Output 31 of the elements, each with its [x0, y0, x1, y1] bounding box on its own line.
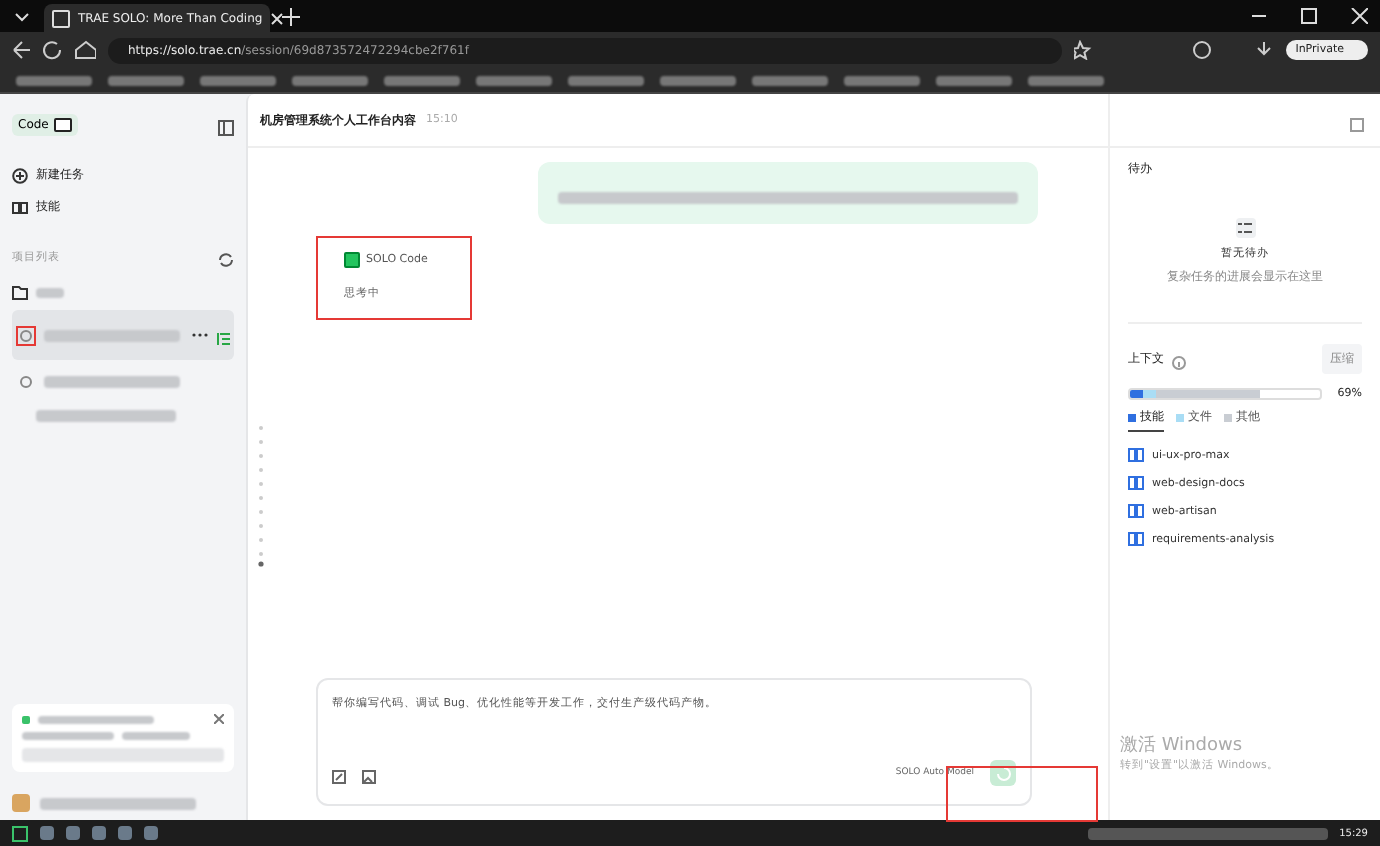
blurred-bookmark[interactable]	[752, 75, 828, 85]
blurred-bookmark[interactable]	[476, 75, 552, 85]
book-icon	[1128, 448, 1144, 462]
blurred-bookmark[interactable]	[568, 75, 644, 85]
book-icon	[1128, 504, 1144, 518]
navigation-icon[interactable]	[12, 40, 96, 60]
new-tab-icon[interactable]	[282, 7, 300, 25]
book-icon	[1128, 476, 1144, 490]
book-icon	[12, 199, 28, 215]
blurred-bookmark[interactable]	[936, 75, 1012, 85]
start-icon[interactable]	[12, 825, 28, 841]
send-button[interactable]	[990, 760, 1016, 786]
blurred-bookmark[interactable]	[200, 75, 276, 85]
spinner-icon	[995, 765, 1011, 781]
blurred-bookmark[interactable]	[844, 75, 920, 85]
blurred-bookmark[interactable]	[108, 75, 184, 85]
blurred-bookmark[interactable]	[1028, 75, 1104, 85]
book-icon	[1128, 532, 1144, 546]
blurred-bookmark[interactable]	[384, 75, 460, 85]
solo-logo-icon	[344, 252, 360, 268]
blurred-bookmark[interactable]	[16, 75, 92, 85]
avatar-icon[interactable]	[12, 794, 30, 812]
folder-icon	[12, 286, 28, 300]
blurred-bookmark[interactable]	[660, 75, 736, 85]
more-icon[interactable]	[192, 332, 208, 338]
plus-circle-icon	[12, 167, 28, 183]
browser-toolbar-icon[interactable]	[1073, 40, 1274, 60]
list-icon	[1235, 218, 1255, 238]
activation-notice: 激活 Windows	[1120, 733, 1245, 758]
blurred-bookmark[interactable]	[292, 75, 368, 85]
window-controls-icon[interactable]	[1252, 8, 1368, 24]
